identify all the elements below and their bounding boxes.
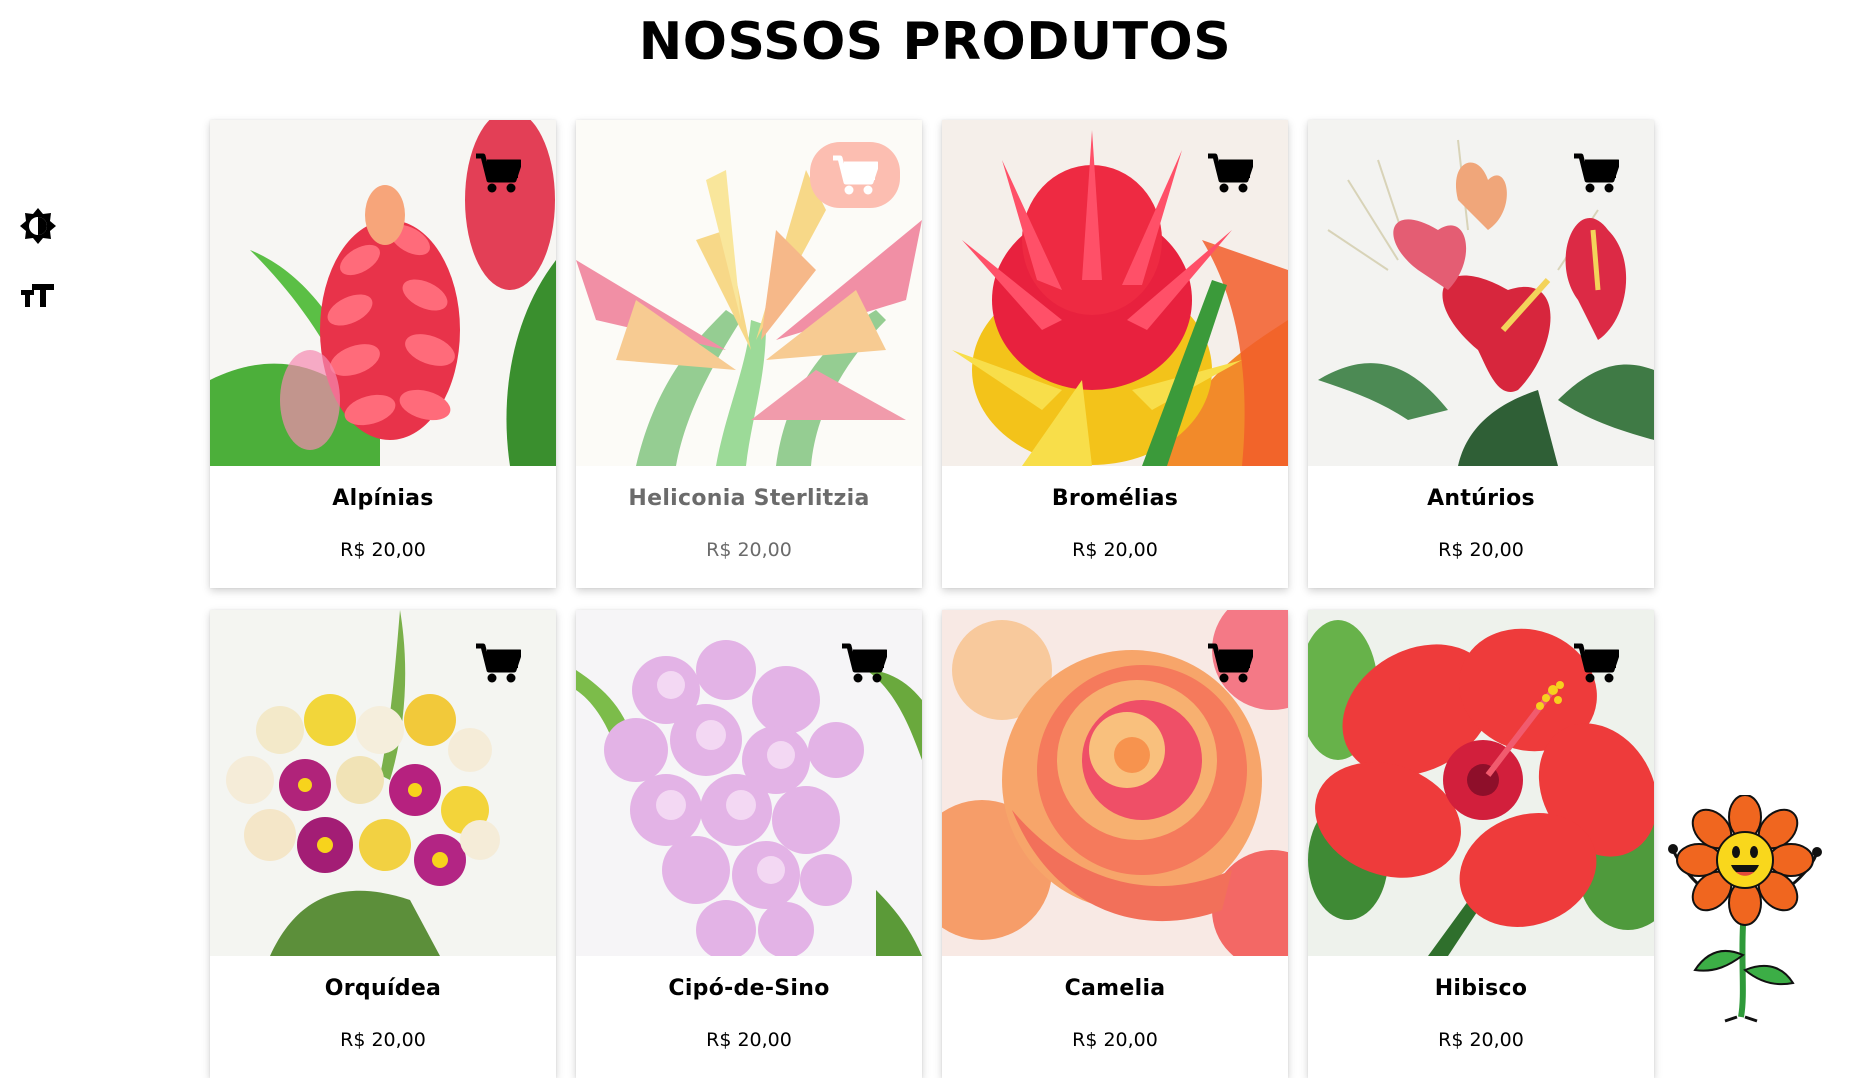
- cart-icon: [1574, 643, 1619, 683]
- add-to-cart-button[interactable]: [1566, 638, 1626, 688]
- product-price: R$ 20,00: [340, 539, 426, 561]
- product-card[interactable]: Camelia R$ 20,00: [942, 610, 1288, 1078]
- add-to-cart-button[interactable]: [834, 638, 894, 688]
- product-image: [576, 120, 922, 466]
- add-to-cart-button[interactable]: [468, 148, 528, 198]
- product-image: [576, 610, 922, 956]
- flower-mascot-icon[interactable]: [1665, 795, 1835, 1025]
- product-price: R$ 20,00: [340, 1029, 426, 1051]
- cart-icon: [1574, 153, 1619, 193]
- add-to-cart-button[interactable]: [468, 638, 528, 688]
- contrast-toggle-button[interactable]: [16, 204, 60, 248]
- product-price: R$ 20,00: [1438, 1029, 1524, 1051]
- contrast-icon: [20, 208, 56, 244]
- product-name: Antúrios: [1427, 486, 1535, 511]
- add-to-cart-button[interactable]: [810, 142, 900, 208]
- product-name: Heliconia Sterlitzia: [628, 486, 870, 511]
- product-card[interactable]: Antúrios R$ 20,00: [1308, 120, 1654, 588]
- product-name: Orquídea: [324, 976, 442, 1001]
- page-title: NOSSOS PRODUTOS: [638, 12, 1232, 72]
- product-image: [1308, 610, 1654, 956]
- product-image: [942, 120, 1288, 466]
- product-card[interactable]: Cipó-de-Sino R$ 20,00: [576, 610, 922, 1078]
- product-card[interactable]: Alpínias R$ 20,00: [210, 120, 556, 588]
- product-image: [942, 610, 1288, 956]
- font-size-toggle-button[interactable]: [16, 274, 60, 318]
- product-card[interactable]: Hibisco R$ 20,00: [1308, 610, 1654, 1078]
- product-grid: Alpínias R$ 20,00 Heliconia Sterlitzia R…: [210, 120, 1656, 1078]
- product-card[interactable]: Bromélias R$ 20,00: [942, 120, 1288, 588]
- text-size-icon: [21, 284, 54, 307]
- product-image: [210, 120, 556, 466]
- cart-icon: [476, 153, 521, 193]
- product-name: Cipó-de-Sino: [668, 976, 830, 1001]
- product-image: [210, 610, 556, 956]
- product-price: R$ 20,00: [1072, 1029, 1158, 1051]
- cart-icon: [476, 643, 521, 683]
- product-name: Bromélias: [1051, 486, 1179, 511]
- product-price: R$ 20,00: [1072, 539, 1158, 561]
- add-to-cart-button[interactable]: [1200, 638, 1260, 688]
- cart-icon: [842, 643, 887, 683]
- product-price: R$ 20,00: [706, 1029, 792, 1051]
- cart-icon: [1208, 643, 1253, 683]
- product-card[interactable]: Orquídea R$ 20,00: [210, 610, 556, 1078]
- add-to-cart-button[interactable]: [1566, 148, 1626, 198]
- product-image: [1308, 120, 1654, 466]
- product-price: R$ 20,00: [706, 539, 792, 561]
- product-name: Alpínias: [332, 486, 434, 511]
- product-card[interactable]: Heliconia Sterlitzia R$ 20,00: [576, 120, 922, 588]
- cart-icon: [1208, 153, 1253, 193]
- add-to-cart-button[interactable]: [1200, 148, 1260, 198]
- cart-icon: [833, 155, 878, 195]
- product-name: Camelia: [1064, 976, 1166, 1001]
- product-price: R$ 20,00: [1438, 539, 1524, 561]
- product-name: Hibisco: [1434, 976, 1528, 1001]
- accessibility-toolbar: [16, 204, 60, 344]
